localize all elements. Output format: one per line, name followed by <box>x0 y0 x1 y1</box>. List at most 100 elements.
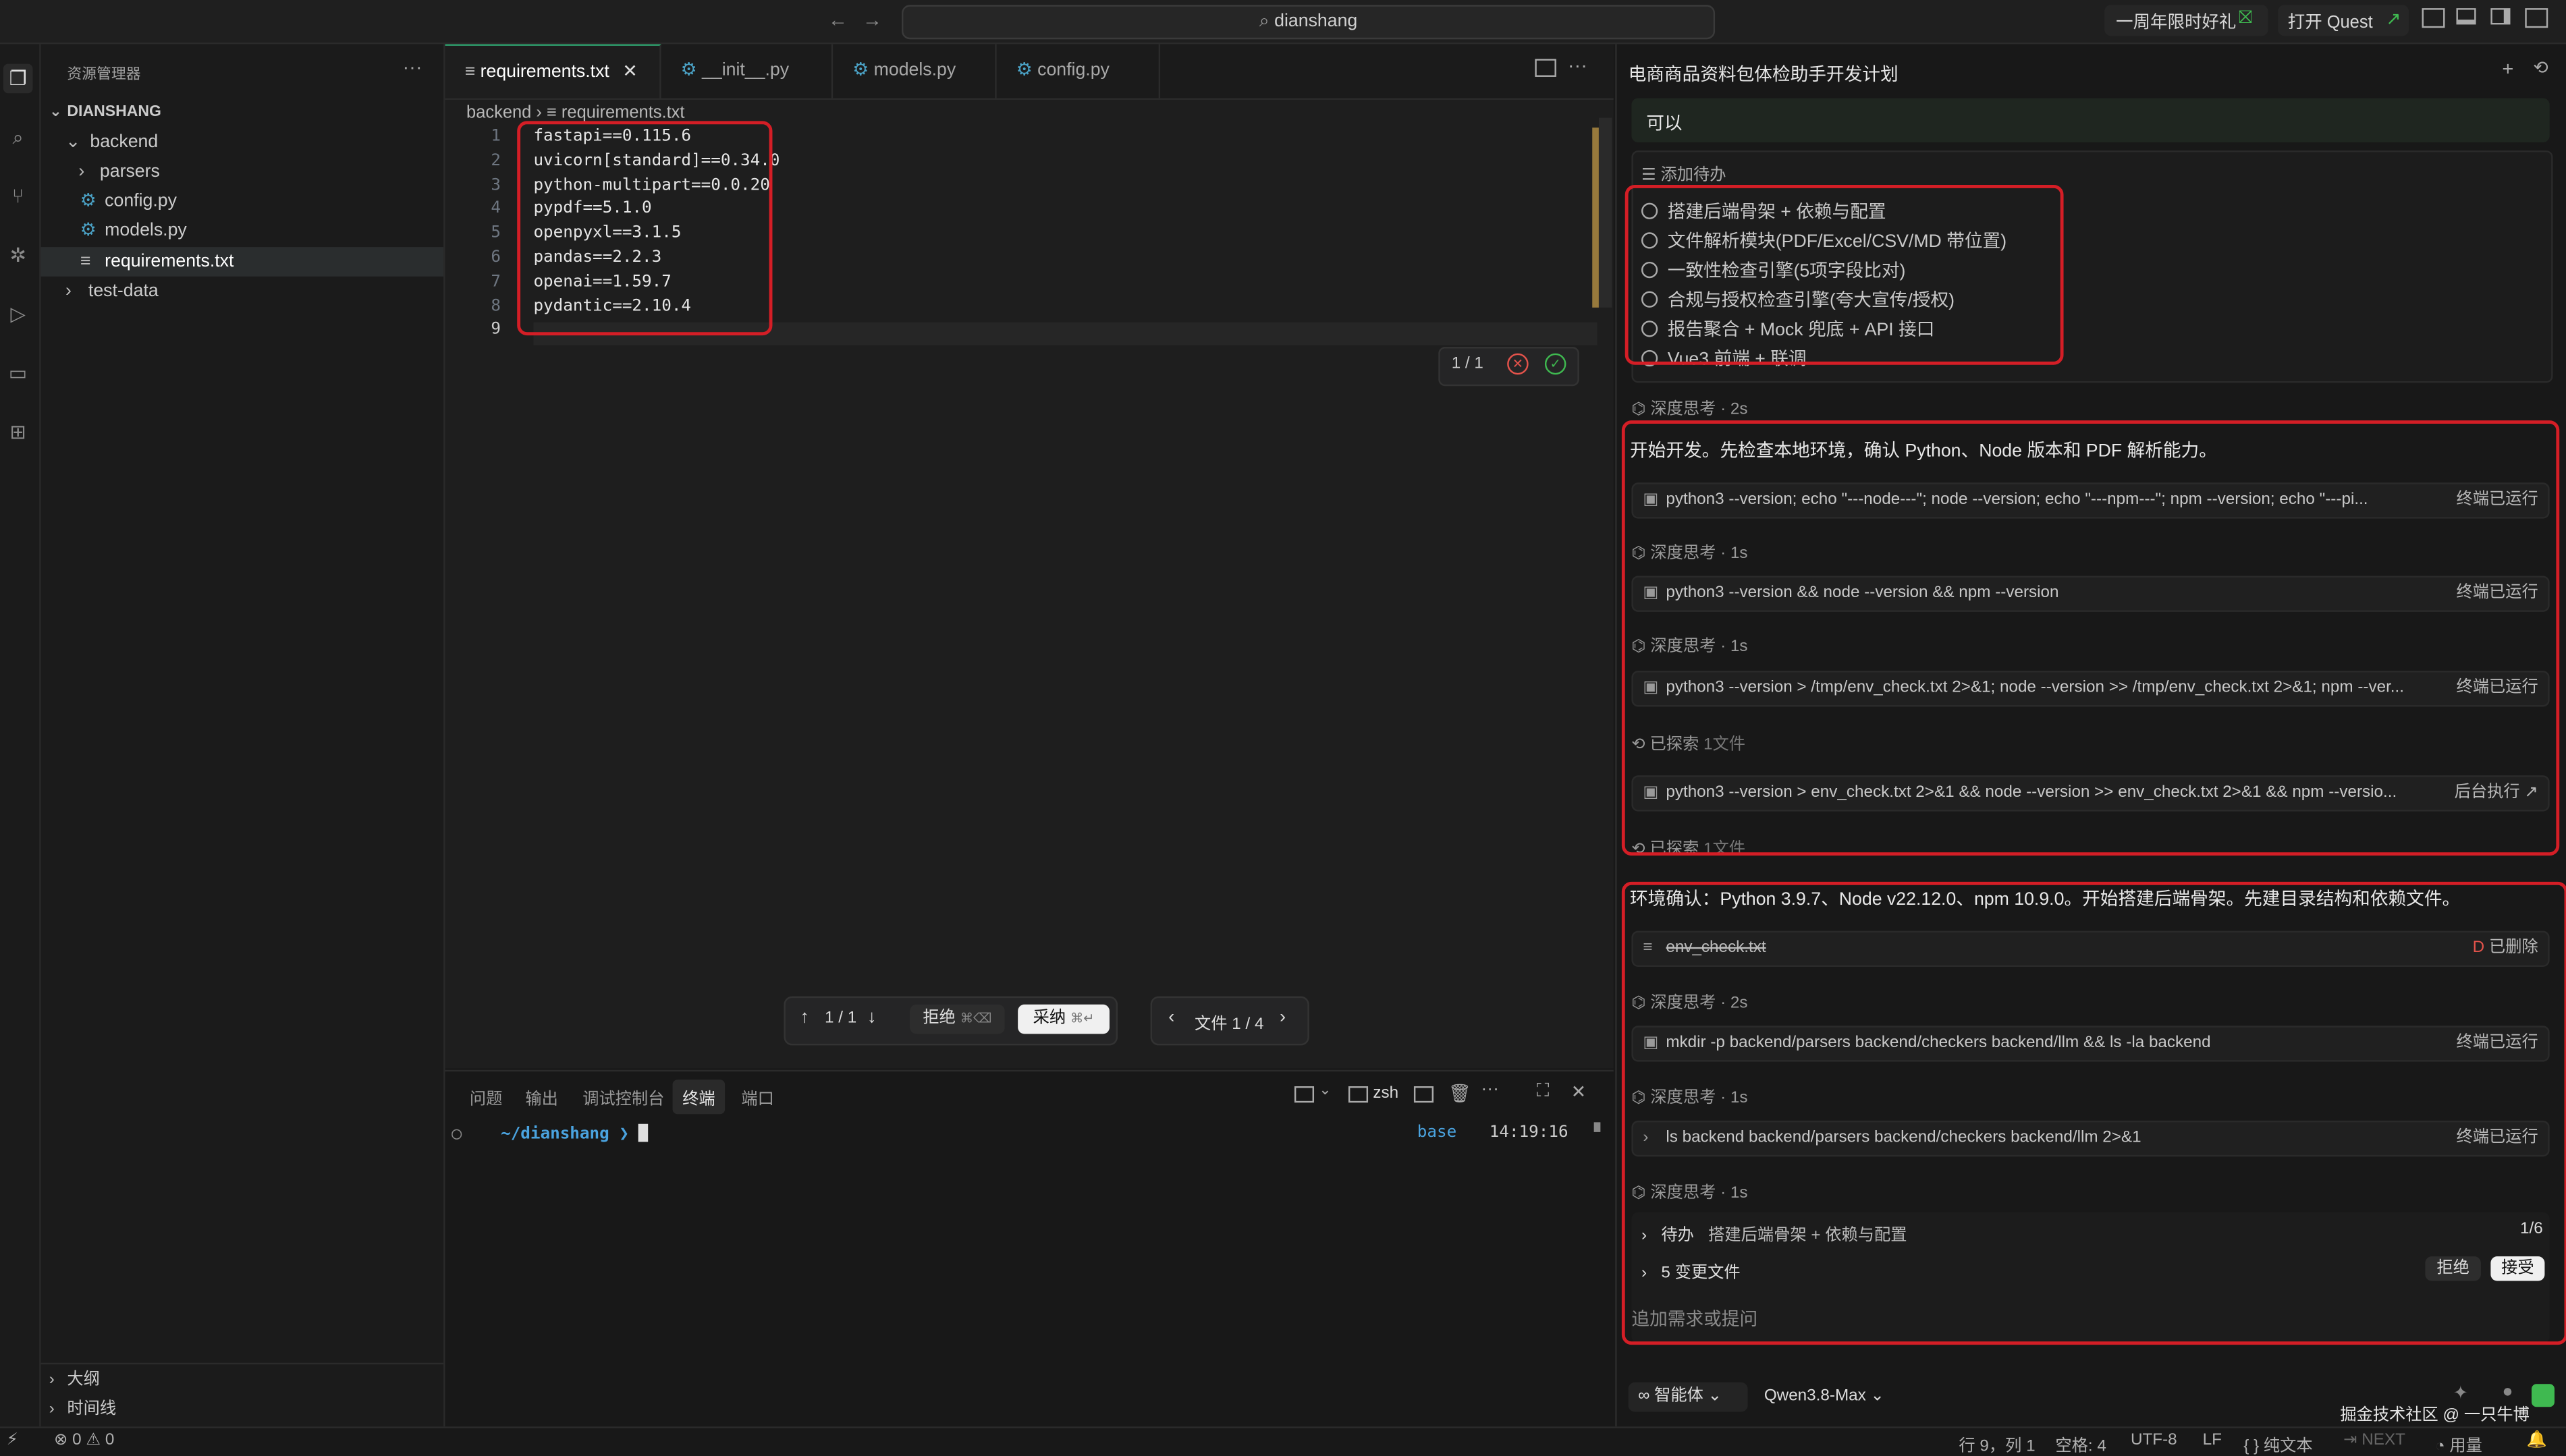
gift-icon: ⛝ <box>2238 8 2253 28</box>
close-icon[interactable]: ✕ <box>622 62 637 82</box>
source-control-icon[interactable]: ⑂ <box>3 181 33 211</box>
tree-item-requirements-txt[interactable]: ≡ requirements.txt <box>40 247 444 277</box>
reject-label: 拒绝 <box>923 1009 956 1028</box>
toggle-panel-icon[interactable] <box>2456 8 2476 25</box>
accept-button[interactable]: 采纳 ⌘↵ <box>1018 1004 1110 1034</box>
trash-icon[interactable]: 🗑 <box>1448 1083 1471 1104</box>
line-number: 4 <box>491 200 501 219</box>
promo-button[interactable]: 一周年限时好礼 ⛝ <box>2104 5 2268 36</box>
line-number: 8 <box>491 297 501 315</box>
remote-explorer-icon[interactable]: ▭ <box>3 358 33 388</box>
problems-indicator[interactable]: ⊗ 0 ⚠ 0 <box>54 1432 114 1450</box>
explorer-icon[interactable]: ❐ <box>3 63 33 94</box>
extensions-icon[interactable]: ⊞ <box>3 417 33 447</box>
run-icon[interactable]: ▷ <box>3 300 33 329</box>
panel-tab-problems[interactable]: 问题 <box>470 1085 502 1109</box>
timeline-section[interactable]: › 时间线 <box>41 1395 443 1425</box>
new-terminal-icon[interactable] <box>1294 1086 1315 1103</box>
forward-arrow-icon[interactable]: → <box>863 8 882 31</box>
title-bar: ← → ⌕ dianshang 一周年限时好礼 ⛝ 打开 Quest ↗ <box>0 0 2566 45</box>
panel-tab-debug-console[interactable]: 调试控制台 <box>582 1085 664 1109</box>
annotation-box <box>517 121 773 336</box>
cursor-position[interactable]: 行 9，列 1 <box>1959 1432 2035 1456</box>
chevron-down-icon: ⌄ <box>1708 1387 1722 1405</box>
maximize-panel-icon[interactable]: ⛶ <box>1537 1082 1550 1103</box>
debug-icon[interactable]: ✲ <box>3 240 33 270</box>
remote-icon[interactable]: ⚡ <box>7 1432 18 1450</box>
tab-requirements-txt[interactable]: ≡ requirements.txt ✕ <box>445 44 661 99</box>
mode-selector[interactable]: ∞ 智能体 ⌄ <box>1628 1382 1748 1412</box>
panel-tab-terminal[interactable]: 终端 <box>672 1080 726 1115</box>
send-icon[interactable] <box>2532 1384 2555 1407</box>
scrollbar-change-marker <box>1592 128 1599 308</box>
accept-change-icon[interactable]: ✓ <box>1544 353 1566 375</box>
explorer-title: 资源管理器 <box>67 65 141 82</box>
chevron-left-icon[interactable]: ‹ <box>1168 1008 1174 1028</box>
usage-indicator[interactable]: ◔ 用量 <box>2435 1432 2482 1456</box>
tree-item-test-data[interactable]: › test-data <box>41 277 443 306</box>
terminal-prompt[interactable]: ◯ ~/dianshang ❯ <box>452 1123 649 1144</box>
thinking-indicator[interactable]: ⌬ 深度思考 · 2s <box>1631 394 1747 419</box>
line-ending[interactable]: LF <box>2203 1432 2222 1450</box>
tree-item-models-py[interactable]: ⚙ models.py <box>41 216 443 246</box>
shell-name[interactable]: zsh <box>1373 1085 1398 1103</box>
arrow-up-icon[interactable]: ↑ <box>800 1008 809 1028</box>
tree-item-backend[interactable]: ⌄ backend <box>41 128 443 157</box>
review-bar: ↑ 1 / 1 ↓ 拒绝 ⌘⌫ 采纳 ⌘↵ <box>784 996 1118 1046</box>
thinking-icon: ⌬ <box>1631 401 1646 419</box>
toggle-sidebar-icon[interactable] <box>2422 8 2445 28</box>
split-terminal-icon[interactable] <box>1413 1086 1434 1103</box>
panel-tab-output[interactable]: 输出 <box>525 1085 557 1109</box>
tab-init-py[interactable]: ⚙ __init__.py <box>661 44 834 99</box>
next-indicator[interactable]: ⇥ NEXT <box>2343 1432 2405 1450</box>
customize-layout-icon[interactable] <box>2525 8 2548 28</box>
reject-change-icon[interactable]: ✕ <box>1507 353 1529 375</box>
new-chat-icon[interactable]: + <box>2502 57 2513 80</box>
text-file-icon: ≡ <box>546 103 557 123</box>
notifications-icon[interactable]: 🔔 <box>2527 1432 2547 1450</box>
warning-icon: ⚠ <box>86 1431 101 1450</box>
more-actions-icon[interactable]: ··· <box>1568 54 1587 77</box>
file-nav-bar: ‹ 文件 1 / 4 › <box>1150 996 1309 1046</box>
outline-section[interactable]: › 大纲 <box>41 1366 443 1396</box>
tree-label: models.py <box>105 221 187 241</box>
tree-item-config-py[interactable]: ⚙ config.py <box>41 186 443 216</box>
command-search-box[interactable]: ⌕ dianshang <box>902 5 1716 40</box>
model-selector[interactable]: Qwen3.8-Max ⌄ <box>1764 1387 1884 1405</box>
open-quest-button[interactable]: 打开 Quest ↗ <box>2278 5 2409 36</box>
editor-scrollbar[interactable] <box>1598 117 1612 308</box>
reject-button[interactable]: 拒绝 ⌘⌫ <box>910 1004 1005 1034</box>
close-icon[interactable]: ✕ <box>1571 1082 1586 1102</box>
breadcrumb-file[interactable]: requirements.txt <box>562 103 685 123</box>
panel-tab-ports[interactable]: 端口 <box>741 1085 773 1109</box>
tab-models-py[interactable]: ⚙ models.py <box>833 44 997 99</box>
conda-env: base <box>1417 1123 1457 1142</box>
back-arrow-icon[interactable]: ← <box>828 8 848 31</box>
mode-label: 智能体 <box>1654 1387 1703 1405</box>
arrow-down-icon[interactable]: ↓ <box>867 1008 876 1028</box>
breadcrumb-folder[interactable]: backend <box>466 103 531 123</box>
encoding[interactable]: UTF-8 <box>2131 1432 2177 1450</box>
chevron-right-icon: › <box>65 281 72 302</box>
chevron-right-icon: › <box>78 162 85 182</box>
line-number: 2 <box>491 152 501 170</box>
more-actions-icon[interactable]: ··· <box>402 55 422 78</box>
microphone-icon[interactable]: ● <box>2502 1382 2513 1402</box>
agent-chat-panel: 电商商品资料包体检助手开发计划 + ⟲ 可以 ☰ 添加待办 搭建后端骨架 + 依… <box>1615 44 2566 1427</box>
workspace-root[interactable]: ⌄ DIANSHANG <box>41 98 443 128</box>
chevron-down-icon[interactable]: ⌄ <box>1319 1082 1331 1100</box>
chevron-right-icon[interactable]: › <box>1280 1008 1286 1028</box>
more-actions-icon[interactable]: ··· <box>1481 1080 1499 1099</box>
search-icon[interactable]: ⌕ <box>3 123 33 152</box>
line-number: 3 <box>491 175 501 194</box>
chevron-right-icon: › <box>49 1370 55 1389</box>
language-mode[interactable]: { } 纯文本 <box>2243 1432 2312 1456</box>
toggle-secondary-sidebar-icon[interactable] <box>2490 8 2511 25</box>
history-icon[interactable]: ⟲ <box>2533 57 2548 78</box>
split-editor-icon[interactable] <box>1535 59 1556 77</box>
indentation[interactable]: 空格: 4 <box>2055 1432 2106 1456</box>
tree-item-parsers[interactable]: › parsers <box>41 157 443 187</box>
tab-config-py[interactable]: ⚙ config.py <box>997 44 1161 99</box>
terminal-scrollbar[interactable] <box>1593 1122 1601 1132</box>
annotation-box <box>1621 420 2560 856</box>
